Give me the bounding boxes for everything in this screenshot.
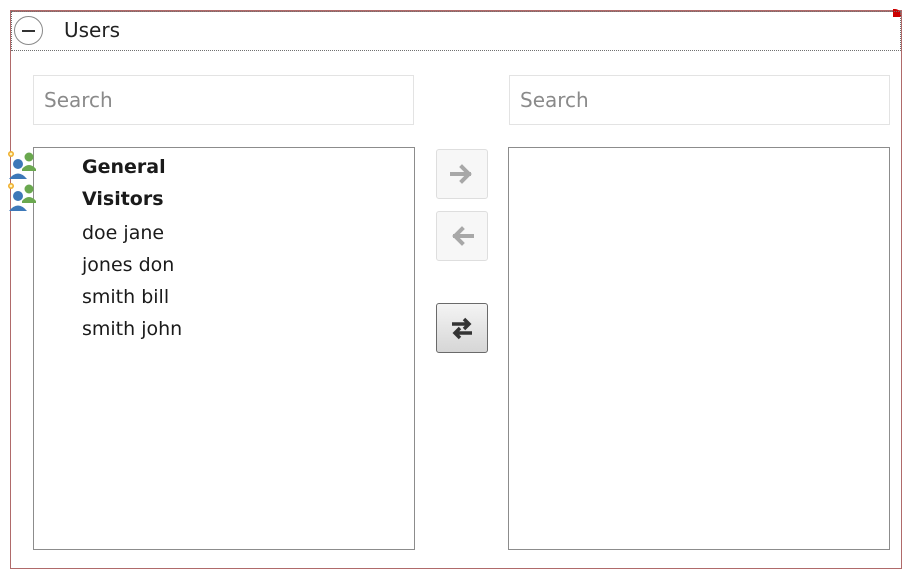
arrow-left-icon bbox=[452, 226, 474, 246]
swap-arrows-icon bbox=[452, 317, 472, 340]
remove-from-selected-button[interactable] bbox=[436, 211, 488, 261]
selected-search-input[interactable] bbox=[509, 75, 890, 125]
user-group-icon bbox=[8, 151, 36, 179]
add-to-selected-button[interactable] bbox=[436, 149, 488, 199]
list-item-user[interactable]: smith bill bbox=[82, 281, 169, 313]
list-item-group-visitors[interactable]: Visitors bbox=[82, 183, 164, 215]
available-search-input[interactable] bbox=[33, 75, 414, 125]
list-item-user[interactable]: smith john bbox=[82, 313, 182, 345]
users-group-header[interactable] bbox=[11, 11, 901, 51]
group-title: Users bbox=[64, 18, 121, 42]
arrow-right-icon bbox=[450, 164, 472, 184]
user-group-icon bbox=[8, 183, 36, 211]
list-item-user[interactable]: jones don bbox=[82, 249, 174, 281]
list-item-user[interactable]: doe jane bbox=[82, 217, 164, 249]
swap-lists-button[interactable] bbox=[436, 303, 488, 353]
collapse-minus-icon[interactable] bbox=[14, 16, 43, 45]
selected-users-list[interactable] bbox=[508, 147, 890, 550]
list-item-group-general[interactable]: General bbox=[82, 151, 166, 183]
